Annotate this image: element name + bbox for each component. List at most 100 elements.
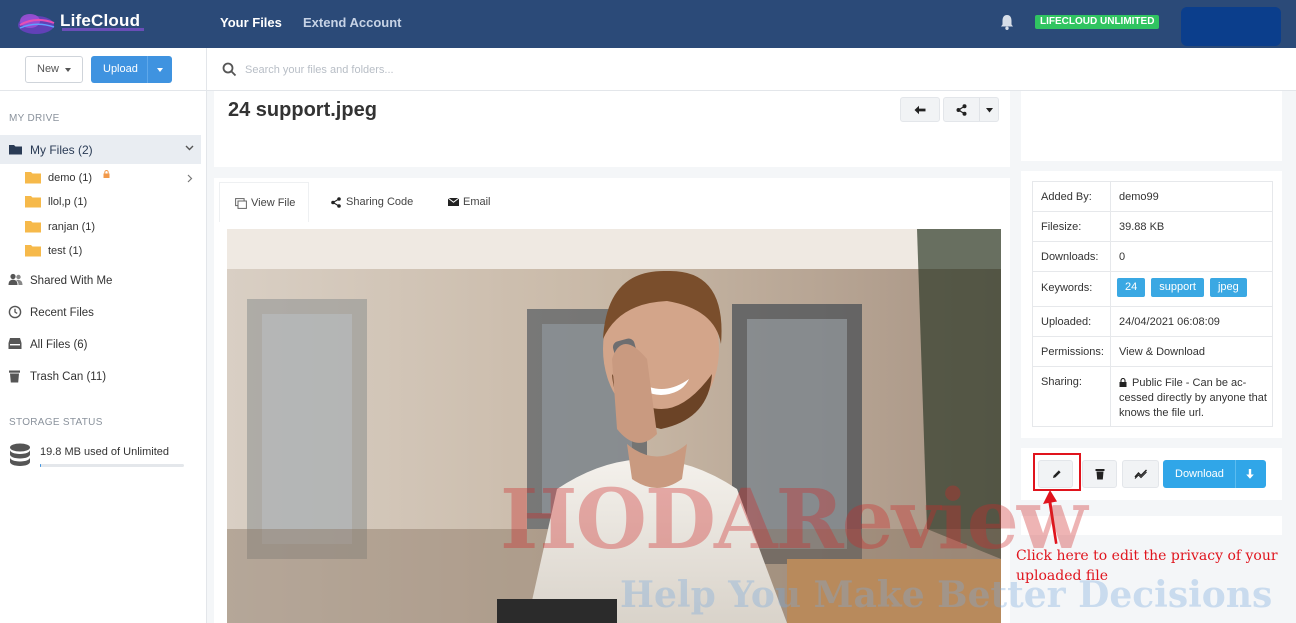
cloud-logo-icon [18,14,55,34]
file-actions-toolbar: New Upload [0,48,207,91]
line-chart-icon [1134,469,1147,479]
sidebar-folder-demo[interactable]: demo (1) [25,169,195,189]
divider [979,98,980,121]
storage-progress-bar [40,464,184,467]
table-row: Keywords: 24 support jpeg [1032,271,1273,307]
share-icon [331,197,341,208]
tab-label: Sharing Code [346,196,414,208]
share-button[interactable] [943,97,999,122]
keyword-tag[interactable]: support [1151,278,1204,297]
detail-key: Filesize: [1032,211,1111,242]
plan-badge: LIFECLOUD UNLIMITED [1035,15,1160,29]
logo-tagline [62,28,144,31]
detail-value: 39.88 KB [1110,211,1273,242]
tab-view-file[interactable]: View File [219,182,309,222]
tab-label: View File [251,197,296,209]
trash-icon [1095,469,1105,480]
top-navbar: LifeCloud Your Files Extend Account LIFE… [0,0,1296,48]
folder-label: demo (1) [48,172,93,184]
new-button[interactable]: New [25,56,83,83]
chevron-down-icon[interactable] [986,108,993,113]
sidebar-folder-test[interactable]: test (1) [25,242,175,262]
sharing-line: knows the file url. [1119,407,1204,419]
sidebar-folder-ranjan[interactable]: ranjan (1) [25,218,175,238]
detail-key: Uploaded: [1032,306,1111,337]
share-icon [956,104,967,116]
new-button-label: New [37,63,60,75]
detail-key: Added By: [1032,181,1111,212]
folder-icon [25,172,41,184]
tab-label: Email [463,196,491,208]
trash-icon [9,370,20,383]
table-row: Downloads: 0 [1032,241,1273,272]
keyword-tag[interactable]: 24 [1117,278,1146,297]
tab-sharing-code[interactable]: Sharing Code [331,182,431,222]
lifecloud-logo[interactable]: LifeCloud [14,8,149,38]
detail-value: View & Download [1110,336,1273,367]
detail-key: Keywords: [1032,271,1111,307]
table-row: Filesize: 39.88 KB [1032,211,1273,242]
delete-button[interactable] [1082,460,1117,488]
watermark-tagline: Help You Make Better Decisions [620,574,1273,616]
folder-icon [25,196,41,208]
arrow-left-icon [914,105,926,115]
arrow-down-icon [1246,469,1254,479]
detail-value: 0 [1110,241,1273,272]
folder-icon [25,221,41,233]
sidebar-item-trash-can[interactable]: Trash Can (11) [8,368,198,388]
users-icon [8,273,23,285]
divider [147,56,148,83]
download-button[interactable]: Download [1163,460,1266,488]
chevron-down-icon [65,68,71,72]
file-details-table: Added By: demo99 Filesize: 39.88 KB Down… [1032,181,1273,427]
upload-button-label: Upload [103,63,138,75]
search-input[interactable] [245,60,745,80]
sidebar-item-label: Recent Files [30,307,94,319]
keyword-tags: 24 support jpeg [1110,271,1273,307]
lock-icon [103,170,110,178]
sidebar-folder-llolp[interactable]: llol,p (1) [25,193,175,213]
database-icon [10,443,30,466]
sidebar-item-all-files[interactable]: All Files (6) [8,336,198,356]
detail-key: Sharing: [1032,366,1111,427]
lock-icon [1119,378,1127,387]
sidebar-item-shared-with-me[interactable]: Shared With Me [8,272,198,292]
chevron-right-icon[interactable] [187,174,193,183]
my-drive-heading: MY DRIVE [9,113,60,124]
image-icon [235,198,247,209]
sharing-value: Public File - Can be ac- cessed directly… [1110,366,1273,427]
folder-label: llol,p (1) [48,196,88,208]
keyword-tag[interactable]: jpeg [1209,278,1247,297]
folder-label: ranjan (1) [48,221,96,233]
stats-button[interactable] [1122,460,1159,488]
user-menu-button[interactable] [1181,7,1281,46]
sidebar-item-label: All Files (6) [30,339,88,351]
chevron-down-icon[interactable] [185,145,194,151]
upload-button[interactable]: Upload [91,56,172,83]
table-row: Uploaded: 24/04/2021 06:08:09 [1032,306,1273,337]
sidebar-item-my-files[interactable]: My Files (2) [0,135,201,164]
archive-icon [8,338,22,349]
sidebar: MY DRIVE My Files (2) demo (1) llol,p (1… [0,91,207,623]
nav-your-files[interactable]: Your Files [220,15,282,30]
table-row: Sharing: Public File - Can be ac- cessed… [1032,366,1273,427]
back-button[interactable] [900,97,940,122]
upload-dropdown-toggle[interactable] [157,68,163,72]
sidebar-item-recent-files[interactable]: Recent Files [8,304,198,324]
storage-progress-fill [40,464,42,467]
folder-label: test (1) [48,245,83,257]
clock-icon [8,305,22,319]
folder-open-icon [9,145,22,155]
file-header-card: 24 support.jpeg [214,91,1010,167]
storage-usage-text: 19.8 MB used of Unlimited [40,446,170,458]
table-row: Permissions: View & Download [1032,336,1273,367]
storage-status-heading: STORAGE STATUS [9,417,103,428]
sidebar-item-label: Shared With Me [30,275,113,287]
tab-email[interactable]: Email [448,182,518,222]
sharing-line: cessed directly by anyone that [1119,392,1267,404]
my-files-label: My Files (2) [30,143,93,157]
nav-extend-account[interactable]: Extend Account [303,15,401,30]
search-icon [222,62,237,77]
detail-key: Downloads: [1032,241,1111,272]
bell-icon[interactable] [998,13,1016,31]
